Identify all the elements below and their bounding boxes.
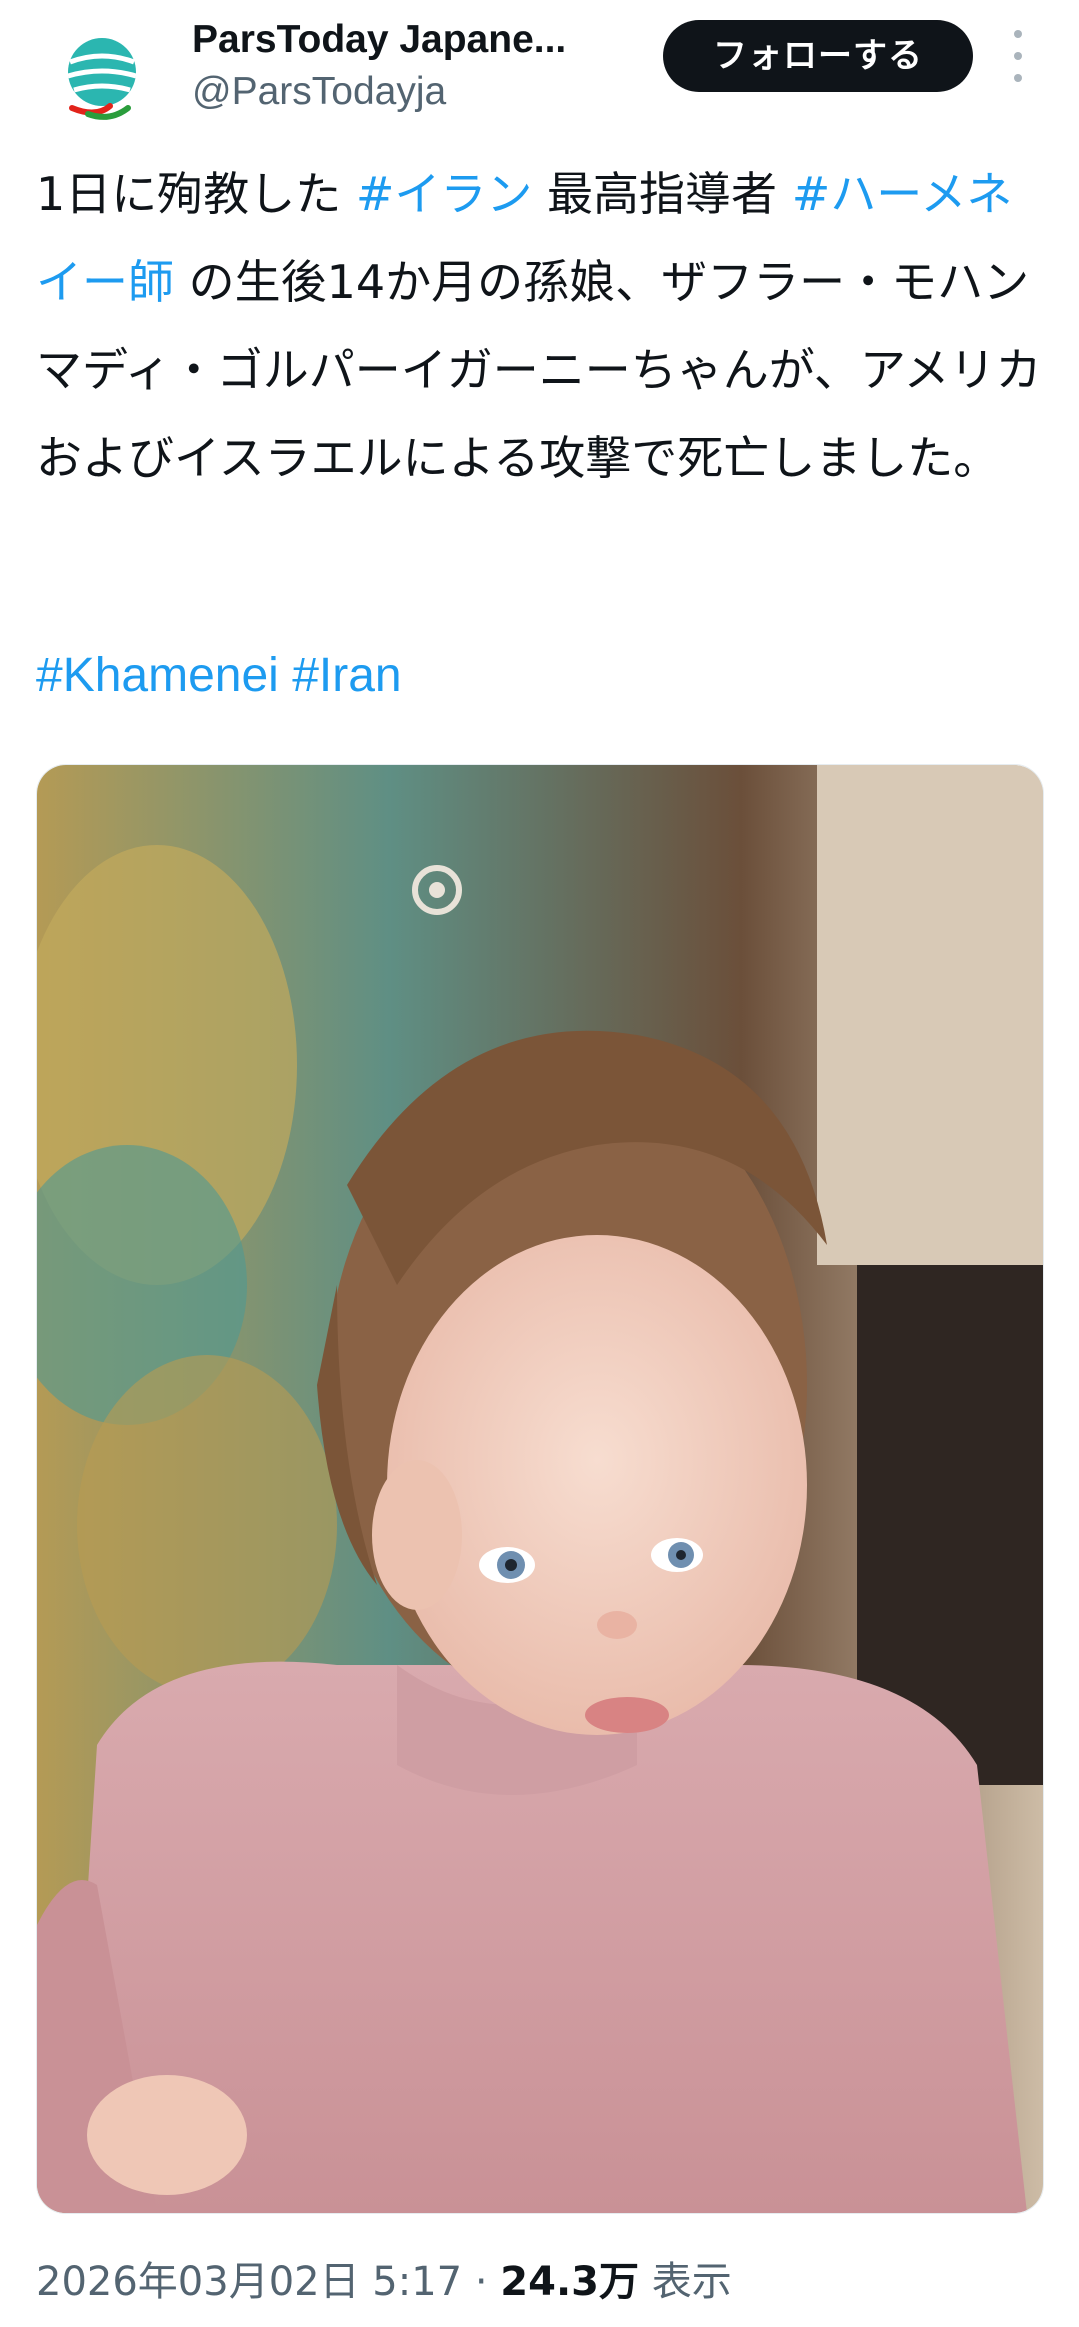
more-vertical-icon[interactable] [1004,26,1032,86]
tweet-header: ParsToday Japane... @ParsTodayja フォローする [0,0,1079,150]
display-name[interactable]: ParsToday Japane... [192,14,622,66]
hashtag-link-iran[interactable]: #イラン [356,167,533,221]
tweet-meta: 2026年03月02日 5:17 · 24.3万 表示 [36,2252,732,2312]
views-count: 24.3万 [500,2259,639,2305]
photo-illustration [37,765,1043,2213]
hashtag-row: #Khamenei #Iran [36,636,402,716]
meta-separator: · [474,2259,488,2305]
follow-button[interactable]: フォローする [663,20,973,92]
account-handle[interactable]: @ParsTodayja [192,66,446,118]
hashtag-link-iran-en[interactable]: #Iran [292,649,401,702]
views-label: 表示 [651,2259,732,2305]
timestamp[interactable]: 2026年03月02日 5:17 [36,2259,462,2305]
tweet-text-segment: の生後14か月の孫娘、ザフラー・モハンマディ・ゴルパーイガーニーちゃんが、アメリ… [36,255,1042,485]
parstoday-logo-icon [67,38,137,120]
tweet-text-segment: 1日に殉教した [36,167,356,221]
tweet-text-segment: 最高指導者 [532,167,792,221]
hashtag-link-khamenei[interactable]: #Khamenei [36,649,279,702]
tweet-photo[interactable] [36,764,1044,2214]
tweet-text: 1日に殉教した #イラン 最高指導者 #ハーメネイー師 の生後14か月の孫娘、ザ… [36,150,1046,502]
avatar[interactable] [44,22,160,138]
